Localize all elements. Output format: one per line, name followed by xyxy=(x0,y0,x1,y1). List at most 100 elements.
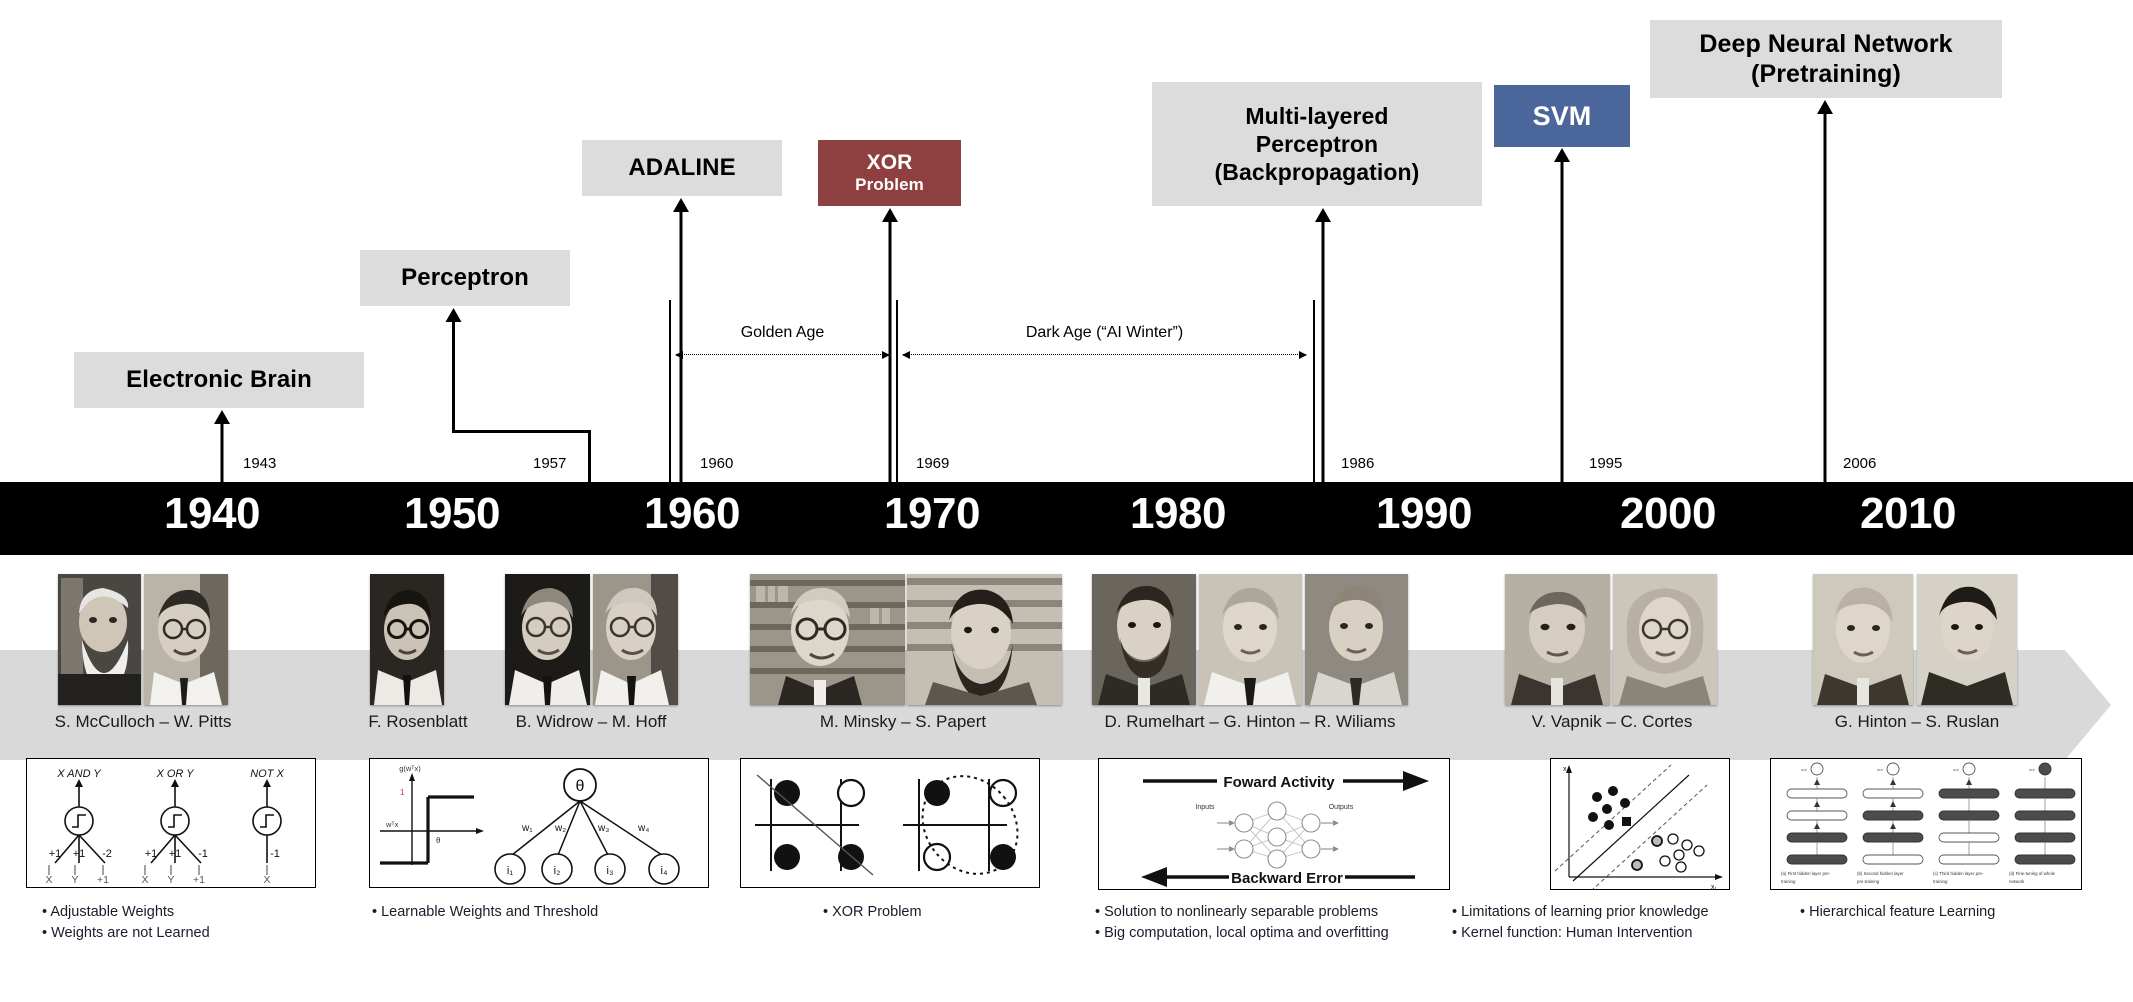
milestone-label: Perceptron xyxy=(401,264,529,292)
milestone-label-line3: (Backpropagation) xyxy=(1214,159,1420,186)
svg-text:i₄: i₄ xyxy=(661,865,668,877)
decade-bar: 1940 1950 1960 1970 1980 1990 2000 2010 xyxy=(0,482,2133,555)
svg-text:w₂: w₂ xyxy=(554,823,566,834)
portrait-image xyxy=(907,574,1062,705)
person-caption-mcculloch-pitts: S. McCulloch – W. Pitts xyxy=(54,712,232,731)
person-caption-rosenblatt: F. Rosenblatt xyxy=(368,712,468,731)
milestone-box-adaline[interactable]: ADALINE xyxy=(582,140,782,196)
bullet-item: Kernel function: Human Intervention xyxy=(1452,923,1709,944)
person-caption-minsky-papert: M. Minsky – S. Papert xyxy=(819,712,987,731)
dbn-diagram: out (a) First hidden layer pre- training… xyxy=(1781,762,2076,884)
portrait-minsky xyxy=(750,574,905,705)
forward-label: Foward Activity xyxy=(1223,774,1335,791)
milestone-label-line2: Problem xyxy=(855,175,924,195)
svg-text:training: training xyxy=(1933,879,1948,884)
era-divider-1986 xyxy=(1313,300,1315,485)
svg-text:pre-training: pre-training xyxy=(1857,879,1880,884)
svg-text:X: X xyxy=(45,874,52,886)
bullet-item: Big computation, local optima and overfi… xyxy=(1095,923,1389,944)
svg-text:w₄: w₄ xyxy=(637,823,649,834)
milestone-label: SVM xyxy=(1532,100,1592,131)
year-tick-2006: 2006 xyxy=(1843,455,1877,472)
portrait-pitts xyxy=(144,574,228,705)
bullets-dbn: Hierarchical feature Learning xyxy=(1800,902,1995,923)
year-tick-1943: 1943 xyxy=(243,455,277,472)
milestone-label-line1: Deep Neural Network xyxy=(1699,29,1953,58)
backprop-diagram: Foward Activity Backward Error Inputs Ou… xyxy=(1141,771,1429,887)
svg-text:Y: Y xyxy=(167,874,174,886)
connector-arrow-2006 xyxy=(1815,100,1835,485)
portrait-image xyxy=(1092,574,1196,705)
milestone-box-perceptron[interactable]: Perceptron xyxy=(360,250,570,306)
panel-svm-diagram: x₂ x₁ xyxy=(1550,758,1730,890)
person-caption-hinton-ruslan: G. Hinton – S. Ruslan xyxy=(1834,712,2000,731)
perceptron-diagram: g(wᵀx) 1 wᵀx θ θ w₁ w₂ w₃ w₄ i₁ i₂ i₃ i₄ xyxy=(380,764,680,885)
svg-text:NOT X: NOT X xyxy=(250,768,284,780)
bullet-item: Solution to nonlinearly separable proble… xyxy=(1095,902,1389,923)
timeline-diagram: Electronic Brain Perceptron ADALINE XOR … xyxy=(0,0,2133,1002)
panel-dbn-diagram: out (a) First hidden layer pre- training… xyxy=(1770,758,2082,890)
bullet-item: Adjustable Weights xyxy=(42,902,210,923)
decade-label-2000: 2000 xyxy=(1620,488,1716,538)
bullet-item: Weights are not Learned xyxy=(42,923,210,944)
person-caption-vapnik-cortes: V. Vapnik – C. Cortes xyxy=(1531,712,1693,731)
milestone-box-electronic-brain[interactable]: Electronic Brain xyxy=(74,352,364,408)
svg-text:w₃: w₃ xyxy=(597,823,609,834)
svg-text:θ: θ xyxy=(576,778,585,795)
svg-text:w₁: w₁ xyxy=(521,823,533,834)
bullet-item: Limitations of learning prior knowledge xyxy=(1452,902,1708,923)
svg-text:Outputs: Outputs xyxy=(1329,804,1354,811)
portrait-williams xyxy=(1305,574,1408,705)
svg-text:out: out xyxy=(1877,767,1883,772)
portrait-image xyxy=(370,574,444,705)
portrait-papert xyxy=(907,574,1062,705)
milestone-box-mlp[interactable]: Multi-layered Perceptron (Backpropagatio… xyxy=(1152,82,1482,206)
bullets-logic-gates: Adjustable Weights Weights are not Learn… xyxy=(42,902,210,944)
svg-text:Y: Y xyxy=(71,874,78,886)
svg-text:θ: θ xyxy=(436,836,441,845)
milestone-label-line2: Perceptron xyxy=(1255,130,1379,157)
portrait-image xyxy=(1813,574,1913,705)
year-tick-1960: 1960 xyxy=(700,455,734,472)
era-divider-1960 xyxy=(669,300,671,485)
arrow-shaft-horizontal xyxy=(452,430,591,433)
portrait-widrow xyxy=(505,574,590,705)
milestone-box-dnn[interactable]: Deep Neural Network (Pretraining) xyxy=(1650,20,2002,98)
era-label-golden-age: Golden Age xyxy=(740,324,825,341)
milestone-label-line1: Multi-layered xyxy=(1245,102,1389,129)
xor-diagram xyxy=(755,774,1019,876)
svg-text:out: out xyxy=(1953,767,1959,772)
arrow-shaft xyxy=(1560,159,1564,485)
decade-label-1980: 1980 xyxy=(1130,488,1226,538)
milestone-box-xor-problem[interactable]: XOR Problem xyxy=(818,140,961,206)
bullets-xor: XOR Problem xyxy=(823,902,921,923)
svg-text:(d) Fine-tuning of whole: (d) Fine-tuning of whole xyxy=(2009,871,2056,876)
panel-perceptron-diagram: g(wᵀx) 1 wᵀx θ θ w₁ w₂ w₃ w₄ i₁ i₂ i₃ i₄ xyxy=(369,758,709,888)
portrait-image xyxy=(58,574,141,705)
arrow-shaft xyxy=(1321,219,1325,485)
year-tick-1986: 1986 xyxy=(1341,455,1375,472)
portrait-rumelhart xyxy=(1092,574,1196,705)
svg-text:+1: +1 xyxy=(169,848,182,860)
portrait-mcculloch xyxy=(58,574,141,705)
svg-text:X: X xyxy=(263,874,270,886)
portrait-image xyxy=(1305,574,1408,705)
decade-label-1940: 1940 xyxy=(164,488,260,538)
year-tick-1969: 1969 xyxy=(916,455,950,472)
year-tick-1995: 1995 xyxy=(1589,455,1623,472)
portrait-rosenblatt xyxy=(370,574,444,705)
person-caption-widrow-hoff: B. Widrow – M. Hoff xyxy=(515,712,667,731)
person-caption-rumelhart-hinton-williams: D. Rumelhart – G. Hinton – R. Wiliams xyxy=(1104,712,1396,731)
svg-text:+1: +1 xyxy=(193,874,205,886)
logic-gates-diagram: X AND Y X OR Y NOT X +1 +1 -2 +1 +1 -1 -1 xyxy=(45,768,284,886)
svg-text:(a) First hidden layer pre-: (a) First hidden layer pre- xyxy=(1781,871,1831,876)
svm-diagram: x₂ x₁ xyxy=(1554,764,1723,890)
svg-text:g(wᵀx): g(wᵀx) xyxy=(399,764,421,773)
portrait-hoff xyxy=(593,574,678,705)
svg-text:x₁: x₁ xyxy=(1711,884,1718,890)
progress-band-arrow-icon xyxy=(2065,650,2111,760)
portrait-cortes xyxy=(1613,574,1717,705)
bullets-svm: Limitations of learning prior knowledge … xyxy=(1452,902,1709,944)
milestone-box-svm[interactable]: SVM xyxy=(1494,85,1630,147)
bullet-item: XOR Problem xyxy=(823,902,921,923)
